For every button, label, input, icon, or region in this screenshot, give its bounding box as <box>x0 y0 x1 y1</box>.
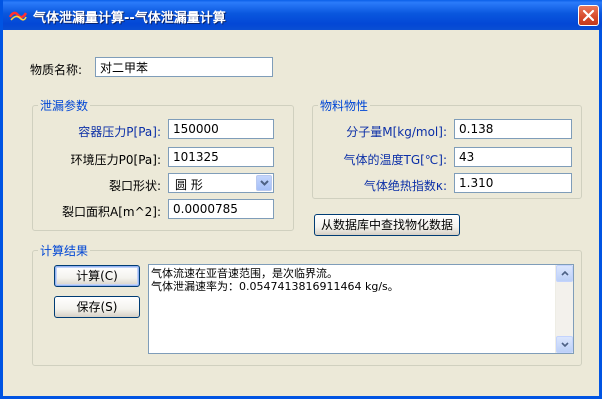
crack-area-input[interactable] <box>168 199 274 219</box>
leak-params-title: 泄漏参数 <box>38 97 91 114</box>
crack-shape-label: 裂口形状: <box>108 179 161 193</box>
ambient-pressure-label: 环境压力P0[Pa]: <box>70 153 161 167</box>
adiabatic-index-label: 气体绝热指数κ: <box>363 179 447 193</box>
result-line-1: 气体流速在亚音速范围，是次临界流。 <box>151 267 338 280</box>
container-pressure-label: 容器压力P[Pa]: <box>78 125 161 139</box>
container-pressure-input[interactable] <box>168 119 274 139</box>
window-title: 气体泄漏量计算--气体泄漏量计算 <box>33 11 226 26</box>
molecular-weight-label: 分子量M[kg/mol]: <box>346 125 447 139</box>
save-button[interactable]: 保存(S) <box>54 296 140 318</box>
dropdown-arrow[interactable] <box>256 175 272 191</box>
ambient-pressure-input[interactable] <box>168 147 274 167</box>
gas-temperature-label: 气体的温度TG[℃]: <box>343 153 447 167</box>
lookup-database-button[interactable]: 从数据库中查找物化数据 <box>314 214 460 236</box>
results-scrollbar[interactable] <box>555 265 573 353</box>
physical-props-title: 物料物性 <box>318 97 371 114</box>
molecular-weight-input[interactable] <box>454 119 572 139</box>
scroll-down-button[interactable] <box>556 336 573 353</box>
results-textarea[interactable]: 气体流速在亚音速范围，是次临界流。 气体泄漏速率为：0.054741381691… <box>148 264 574 354</box>
close-button[interactable] <box>578 5 599 26</box>
crack-area-label: 裂口面积A[m^2]: <box>62 205 161 219</box>
result-line-2: 气体泄漏速率为：0.0547413816911464 kg/s。 <box>151 280 399 293</box>
material-name-label: 物质名称: <box>30 63 83 77</box>
scroll-up-icon <box>561 271 569 276</box>
results-title: 计算结果 <box>38 242 91 259</box>
crack-shape-select[interactable]: 圆 形 <box>168 173 274 193</box>
gas-temperature-input[interactable] <box>454 147 572 167</box>
scroll-down-icon <box>561 342 569 347</box>
title-bar[interactable]: 气体泄漏量计算--气体泄漏量计算 <box>3 0 602 30</box>
app-logo-icon <box>8 8 28 22</box>
calculate-button[interactable]: 计算(C) <box>54 265 140 287</box>
chevron-down-icon <box>260 180 269 186</box>
results-text: 气体流速在亚音速范围，是次临界流。 气体泄漏速率为：0.054741381691… <box>151 267 555 293</box>
dialog-window: 气体泄漏量计算--气体泄漏量计算 物质名称: 泄漏参数 容器压力P[Pa]: 环… <box>0 0 602 399</box>
adiabatic-index-input[interactable] <box>454 173 572 193</box>
crack-shape-value: 圆 形 <box>175 178 203 192</box>
scroll-up-button[interactable] <box>556 265 573 282</box>
close-icon <box>582 9 595 22</box>
material-name-input[interactable] <box>95 57 273 77</box>
